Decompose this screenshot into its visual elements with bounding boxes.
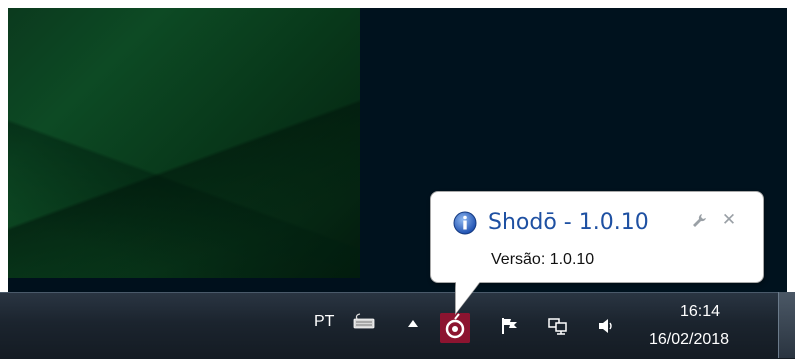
shodo-app-icon[interactable]	[440, 313, 470, 343]
balloon-tail	[456, 279, 482, 313]
action-center-flag-icon[interactable]	[500, 316, 520, 336]
wallpaper	[8, 8, 360, 278]
notification-balloon[interactable]	[430, 191, 764, 283]
show-desktop-button[interactable]	[778, 292, 795, 358]
clock-date[interactable]: 16/02/2018	[649, 331, 729, 349]
wrench-icon[interactable]	[690, 212, 708, 230]
language-indicator[interactable]: PT	[314, 313, 334, 331]
network-icon[interactable]	[547, 316, 569, 336]
balloon-body: Versão: 1.0.10	[491, 251, 595, 268]
clock-time[interactable]: 16:14	[680, 303, 720, 321]
balloon-title: Shodō - 1.0.10	[488, 210, 649, 235]
keyboard-icon[interactable]	[353, 313, 375, 329]
info-icon	[453, 211, 477, 235]
close-icon[interactable]: ✕	[720, 210, 738, 230]
show-hidden-icons-arrow[interactable]	[408, 320, 418, 327]
volume-icon[interactable]	[597, 317, 615, 335]
